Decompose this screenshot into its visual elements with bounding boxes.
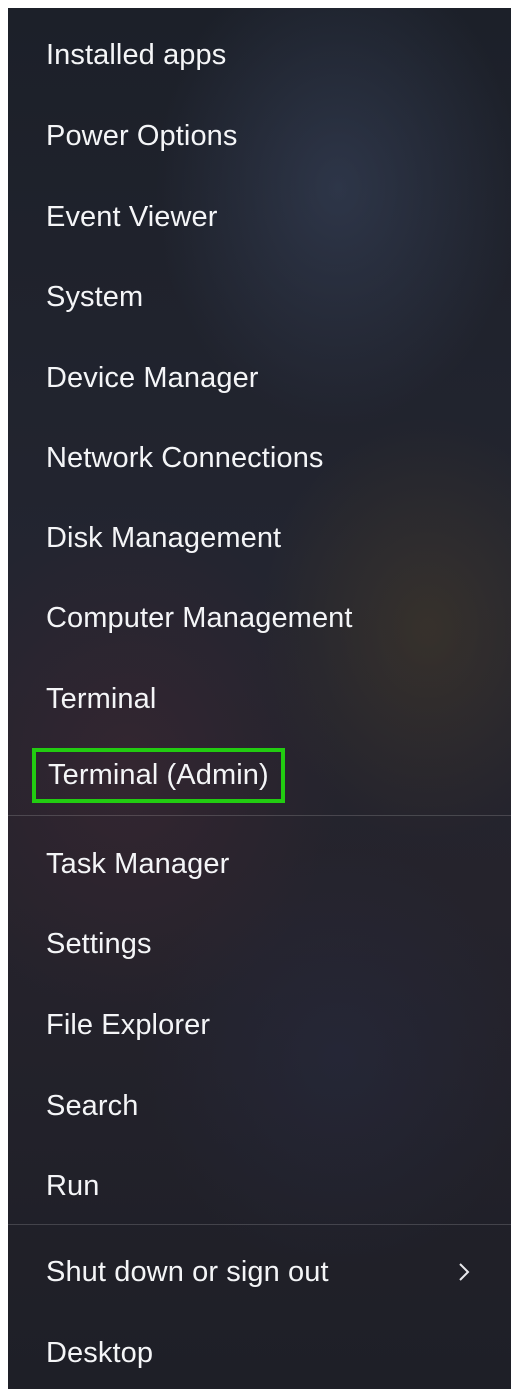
menu-item-label: Shut down or sign out bbox=[46, 1255, 329, 1288]
menu-item-label: File Explorer bbox=[46, 1008, 211, 1041]
menu-item-task-manager[interactable]: Task Manager bbox=[8, 834, 511, 894]
menu-item-installed-apps[interactable]: Installed apps bbox=[8, 25, 511, 85]
menu-item-label: Disk Management bbox=[46, 521, 282, 554]
menu-item-shut-down-or-sign-out[interactable]: Shut down or sign out bbox=[8, 1242, 511, 1302]
menu-item-device-manager[interactable]: Device Manager bbox=[8, 348, 511, 408]
menu-item-event-viewer[interactable]: Event Viewer bbox=[8, 187, 511, 247]
menu-item-power-options[interactable]: Power Options bbox=[8, 106, 511, 166]
menu-item-label: Power Options bbox=[46, 119, 238, 152]
menu-item-desktop[interactable]: Desktop bbox=[8, 1323, 511, 1383]
menu-item-file-explorer[interactable]: File Explorer bbox=[8, 995, 511, 1055]
menu-item-label: Run bbox=[46, 1169, 100, 1202]
highlighted-menu-item-label: Terminal (Admin) bbox=[32, 747, 285, 803]
menu-item-terminal-admin[interactable]: Terminal (Admin) bbox=[8, 745, 511, 805]
menu-item-label: Device Manager bbox=[46, 361, 259, 394]
menu-item-disk-management[interactable]: Disk Management bbox=[8, 508, 511, 568]
menu-item-label: Event Viewer bbox=[46, 200, 218, 233]
menu-item-label: Installed apps bbox=[46, 38, 227, 71]
menu-item-terminal[interactable]: Terminal bbox=[8, 669, 511, 729]
menu-item-computer-management[interactable]: Computer Management bbox=[8, 588, 511, 648]
chevron-right-icon bbox=[459, 1263, 470, 1281]
menu-item-label: Settings bbox=[46, 927, 152, 960]
menu-item-label: Network Connections bbox=[46, 441, 324, 474]
menu-item-search[interactable]: Search bbox=[8, 1076, 511, 1136]
menu-item-network-connections[interactable]: Network Connections bbox=[8, 428, 511, 488]
menu-item-label: System bbox=[46, 280, 144, 313]
menu-item-system[interactable]: System bbox=[8, 267, 511, 327]
menu-item-run[interactable]: Run bbox=[8, 1156, 511, 1216]
menu-item-label: Terminal bbox=[46, 682, 157, 715]
menu-item-label: Computer Management bbox=[46, 601, 353, 634]
menu-item-label: Desktop bbox=[46, 1336, 154, 1369]
menu-item-label: Task Manager bbox=[46, 847, 230, 880]
menu-divider bbox=[8, 815, 511, 816]
menu-divider bbox=[8, 1224, 511, 1225]
winx-context-menu: Installed apps Power Options Event Viewe… bbox=[8, 8, 511, 1389]
menu-item-label: Search bbox=[46, 1089, 139, 1122]
menu-item-settings[interactable]: Settings bbox=[8, 914, 511, 974]
